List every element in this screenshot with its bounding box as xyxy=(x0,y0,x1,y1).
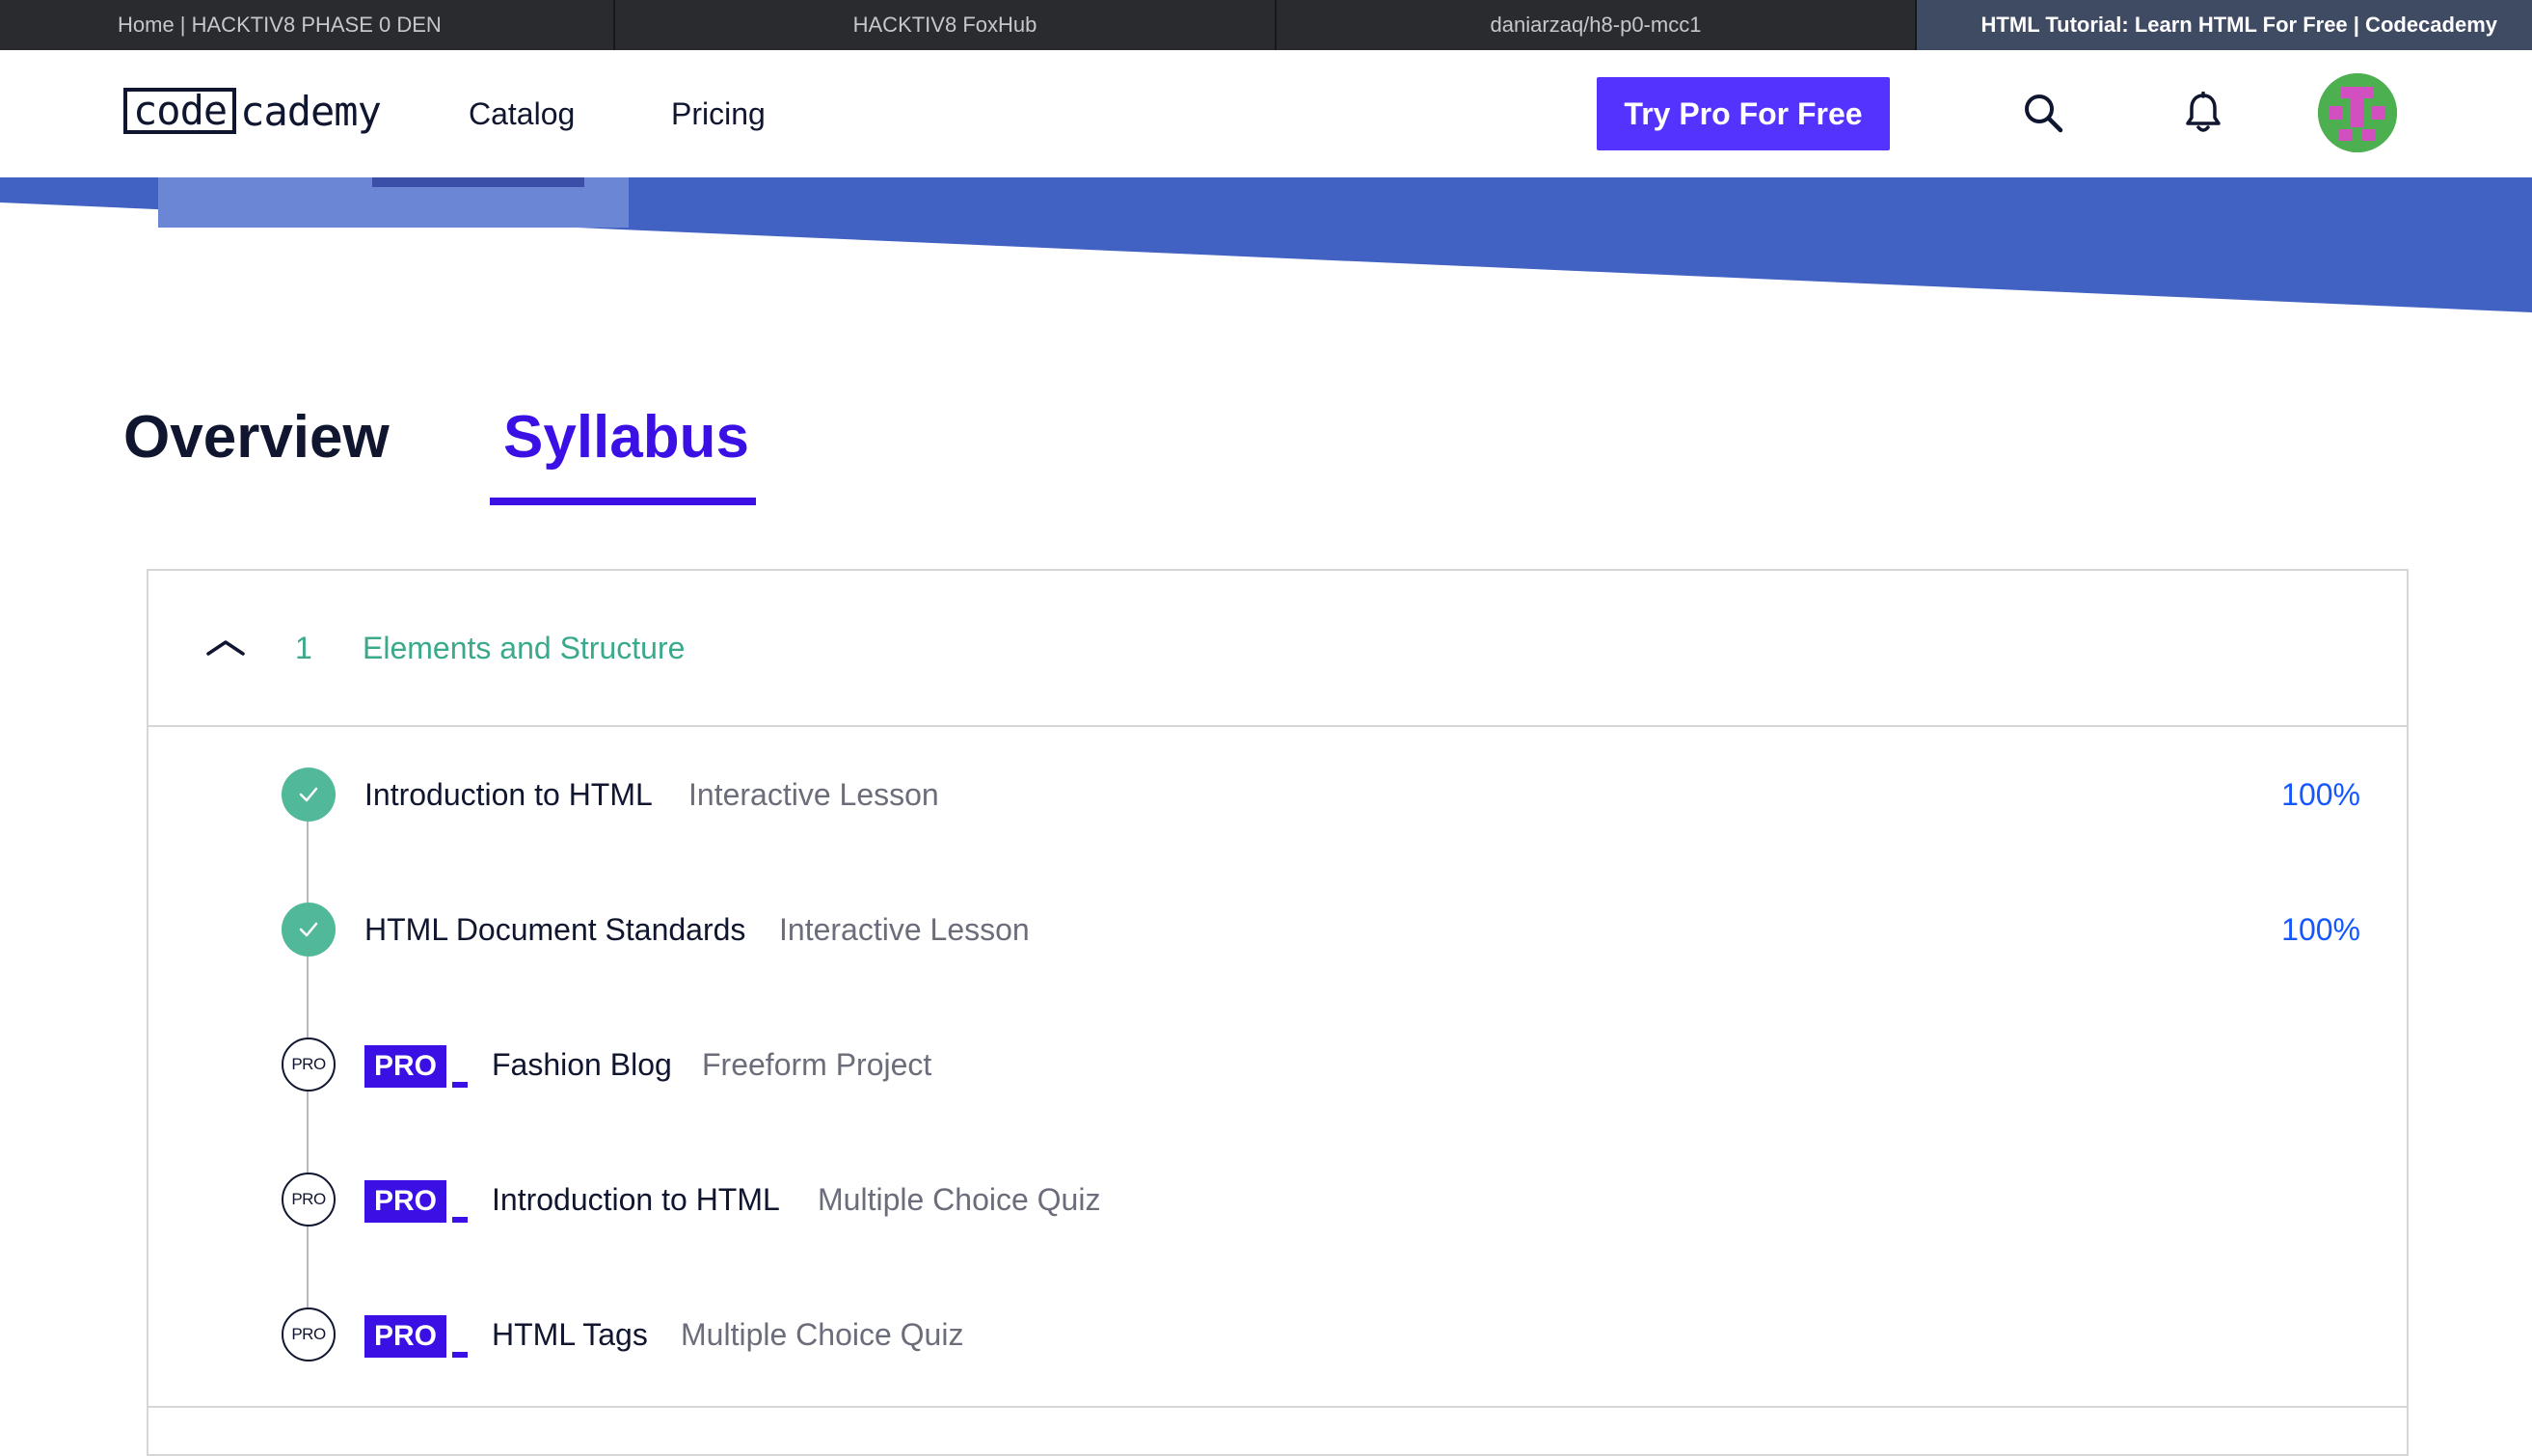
tab-syllabus[interactable]: Syllabus xyxy=(503,399,749,476)
pro-badge: PRO xyxy=(364,1043,469,1088)
pro-badge: PRO xyxy=(364,1313,469,1358)
syllabus-card: 1 Elements and Structure Introduction to… xyxy=(147,569,2409,1456)
pro-lock-icon: PRO xyxy=(282,1038,336,1092)
browser-tab-label: HTML Tutorial: Learn HTML For Free | Cod… xyxy=(1980,13,2497,37)
browser-tab-label: Home | HACKTIV8 PHASE 0 DEN xyxy=(118,13,442,37)
item-title[interactable]: Fashion Blog xyxy=(492,1043,672,1086)
browser-tab-foxhub[interactable]: HACKTIV8 FoxHub xyxy=(615,0,1277,50)
hero-banner-edge xyxy=(0,177,2532,312)
pro-lock-icon: PRO xyxy=(282,1308,336,1362)
logo-rest-text: cademy xyxy=(240,87,382,135)
completed-check-icon xyxy=(282,768,336,822)
browser-tab-label: HACKTIV8 FoxHub xyxy=(852,13,1037,37)
browser-tab-hacktiv8-home[interactable]: Home | HACKTIV8 PHASE 0 DEN xyxy=(0,0,615,50)
active-tab-indicator xyxy=(490,498,756,505)
browser-tab-codecademy-active[interactable]: HTML Tutorial: Learn HTML For Free | Cod… xyxy=(1917,0,2532,50)
bell-icon[interactable] xyxy=(2179,89,2227,137)
item-type: Multiple Choice Quiz xyxy=(681,1317,964,1352)
nav-pricing-link[interactable]: Pricing xyxy=(671,93,766,135)
item-progress: 100% xyxy=(2281,912,2360,947)
item-type: Multiple Choice Quiz xyxy=(818,1182,1101,1217)
item-type: Interactive Lesson xyxy=(779,912,1030,947)
item-title[interactable]: HTML Document Standards xyxy=(364,908,745,951)
browser-tab-label: daniarzaq/h8-p0-mcc1 xyxy=(1490,13,1702,37)
chevron-up-icon[interactable] xyxy=(202,625,249,671)
pro-badge-cursor xyxy=(452,1352,469,1358)
browser-tab-github-repo[interactable]: daniarzaq/h8-p0-mcc1 xyxy=(1277,0,1917,50)
list-item[interactable]: PRO PRO HTML Tags Multiple Choice Quiz xyxy=(148,1296,2407,1373)
nav-catalog-link[interactable]: Catalog xyxy=(469,93,575,135)
logo-boxed-text: code xyxy=(123,88,237,134)
pro-lock-icon: PRO xyxy=(282,1173,336,1227)
completed-check-icon xyxy=(282,903,336,957)
codecademy-logo[interactable]: code cademy xyxy=(123,83,382,139)
search-icon[interactable] xyxy=(2019,89,2067,137)
item-title[interactable]: HTML Tags xyxy=(492,1313,648,1356)
tab-overview[interactable]: Overview xyxy=(123,399,390,476)
list-item[interactable]: HTML Document Standards Interactive Less… xyxy=(148,891,2407,968)
item-type: Freeform Project xyxy=(702,1047,932,1082)
module-title[interactable]: Elements and Structure xyxy=(363,627,685,669)
item-progress: 100% xyxy=(2281,777,2360,812)
item-title[interactable]: Introduction to HTML xyxy=(492,1178,780,1221)
module-header[interactable]: 1 Elements and Structure xyxy=(148,571,2407,727)
pro-badge: PRO xyxy=(364,1178,469,1223)
item-type: Interactive Lesson xyxy=(688,777,939,812)
list-item[interactable]: PRO PRO Fashion Blog Freeform Project xyxy=(148,1026,2407,1103)
module-number: 1 xyxy=(295,631,312,665)
list-item[interactable]: PRO PRO Introduction to HTML Multiple Ch… xyxy=(148,1161,2407,1238)
avatar[interactable] xyxy=(2318,73,2397,152)
list-item[interactable]: Introduction to HTML Interactive Lesson … xyxy=(148,756,2407,833)
pro-badge-label: PRO xyxy=(364,1180,447,1223)
module-divider xyxy=(148,1406,2407,1408)
pro-badge-cursor xyxy=(452,1217,469,1223)
try-pro-button[interactable]: Try Pro For Free xyxy=(1597,77,1890,150)
site-header: code cademy Catalog Pricing Try Pro For … xyxy=(0,50,2532,177)
pro-badge-cursor xyxy=(452,1082,469,1088)
pro-badge-label: PRO xyxy=(364,1315,447,1358)
browser-tab-strip: Home | HACKTIV8 PHASE 0 DEN HACKTIV8 Fox… xyxy=(0,0,2532,50)
pro-badge-label: PRO xyxy=(364,1045,447,1088)
item-title[interactable]: Introduction to HTML xyxy=(364,773,653,816)
